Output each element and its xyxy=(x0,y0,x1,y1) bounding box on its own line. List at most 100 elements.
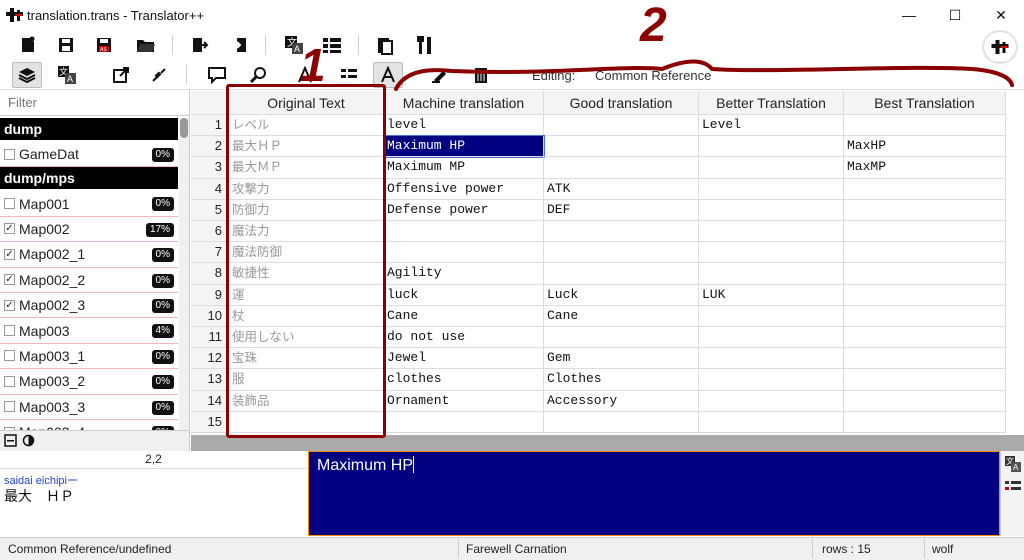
grid-corner[interactable] xyxy=(191,91,229,115)
row-number[interactable]: 10 xyxy=(191,305,229,327)
file-item[interactable]: Map003_3 0% xyxy=(0,395,178,420)
row-number[interactable]: 4 xyxy=(191,178,229,200)
minimize-button[interactable]: — xyxy=(886,0,932,30)
row-number[interactable]: 3 xyxy=(191,157,229,179)
contrast-icon[interactable] xyxy=(22,434,35,447)
grid-cell[interactable] xyxy=(844,348,1006,370)
row-number[interactable]: 1 xyxy=(191,115,229,137)
grid-cell[interactable]: MaxMP xyxy=(844,157,1006,179)
grid-cell[interactable] xyxy=(699,369,844,391)
grid-cell[interactable] xyxy=(699,390,844,412)
grid-cell[interactable] xyxy=(844,242,1006,264)
file-checkbox[interactable] xyxy=(4,198,15,210)
scrollbar-thumb[interactable] xyxy=(180,118,188,138)
new-project-button[interactable] xyxy=(15,32,41,58)
file-checkbox[interactable] xyxy=(4,401,15,413)
row-number[interactable]: 13 xyxy=(191,369,229,391)
grid-cell[interactable]: Defense power xyxy=(384,199,544,221)
export-button[interactable] xyxy=(187,32,213,58)
grid-cell[interactable] xyxy=(844,263,1006,285)
row-number[interactable]: 2 xyxy=(191,136,229,158)
file-item[interactable]: ✓ Map002_2 0% xyxy=(0,268,178,293)
file-checkbox[interactable] xyxy=(4,148,15,160)
file-checkbox[interactable] xyxy=(4,350,15,362)
grid-cell[interactable]: Offensive power xyxy=(384,178,544,200)
grid-cell[interactable]: Gem xyxy=(544,348,699,370)
file-item[interactable]: GameDat 0% xyxy=(0,142,178,168)
grid-cell[interactable]: DEF xyxy=(544,199,699,221)
grid-cell[interactable]: level xyxy=(384,115,544,137)
file-item[interactable]: Map003_1 0% xyxy=(0,344,178,370)
maximize-button[interactable]: ☐ xyxy=(932,0,978,30)
open-button[interactable] xyxy=(133,32,159,58)
file-checkbox[interactable]: ✓ xyxy=(4,248,15,260)
grid-cell[interactable]: ATK xyxy=(544,178,699,200)
file-group-header[interactable]: dump/mps xyxy=(0,167,178,190)
grid-cell[interactable] xyxy=(544,242,699,264)
grid-cell[interactable]: MaxHP xyxy=(844,136,1006,158)
file-item[interactable]: Map003_40% xyxy=(0,420,178,430)
grid-cell[interactable] xyxy=(699,348,844,370)
grid-cell[interactable] xyxy=(699,157,844,179)
translation-editor[interactable]: Maximum HP xyxy=(308,451,1000,536)
grid-cell[interactable] xyxy=(844,390,1006,412)
row-number[interactable]: 6 xyxy=(191,221,229,243)
grid-cell[interactable] xyxy=(699,327,844,349)
row-number[interactable]: 15 xyxy=(191,411,229,433)
grid-cell[interactable]: Agility xyxy=(384,263,544,285)
grid-cell[interactable]: clothes xyxy=(384,369,544,391)
save-button[interactable] xyxy=(53,32,79,58)
grid-cell[interactable]: Accessory xyxy=(544,390,699,412)
file-group-header[interactable]: dump xyxy=(0,118,178,140)
file-item[interactable]: Map003_2 0% xyxy=(0,369,178,395)
grid-cell[interactable]: Maximum HP xyxy=(383,135,545,159)
file-checkbox[interactable] xyxy=(4,325,15,337)
grid-cell[interactable]: Luck xyxy=(544,284,699,306)
file-item[interactable]: ✓ Map002 17% xyxy=(0,217,178,243)
file-item[interactable]: Map001 0% xyxy=(0,191,178,217)
file-checkbox[interactable] xyxy=(4,375,15,387)
close-button[interactable]: ✕ xyxy=(978,0,1024,30)
grid-cell[interactable]: luck xyxy=(384,284,544,306)
grid-cell[interactable]: Level xyxy=(699,115,844,137)
grid-cell[interactable] xyxy=(844,115,1006,137)
sidebar-scrollbar[interactable] xyxy=(179,118,189,430)
grid-cell[interactable] xyxy=(844,221,1006,243)
grid-cell[interactable] xyxy=(544,411,699,433)
save-as-button[interactable]: AS xyxy=(91,32,117,58)
disconnect-button[interactable] xyxy=(144,62,174,88)
grid-cell[interactable] xyxy=(844,305,1006,327)
file-checkbox[interactable]: ✓ xyxy=(4,299,15,311)
import-button[interactable] xyxy=(226,32,252,58)
language-button[interactable]: 文A xyxy=(52,62,82,88)
row-number[interactable]: 14 xyxy=(191,390,229,412)
grid-cell[interactable] xyxy=(844,327,1006,349)
grid-cell[interactable] xyxy=(699,263,844,285)
grid-cell[interactable] xyxy=(384,411,544,433)
grid-cell[interactable] xyxy=(544,263,699,285)
file-checkbox[interactable]: ✓ xyxy=(4,274,15,286)
editor-text[interactable]: Maximum HP xyxy=(317,457,413,474)
grid-cell[interactable]: Ornament xyxy=(384,390,544,412)
grid-cell[interactable] xyxy=(544,136,699,158)
grid-cell[interactable] xyxy=(699,178,844,200)
grid-cell[interactable] xyxy=(384,221,544,243)
file-item[interactable]: ✓ Map002_3 0% xyxy=(0,293,178,319)
grid-cell[interactable] xyxy=(844,284,1006,306)
layers-button[interactable] xyxy=(12,62,42,88)
file-item[interactable]: Map003 4% xyxy=(0,318,178,344)
filter-input[interactable] xyxy=(0,90,189,116)
grid-cell[interactable] xyxy=(544,115,699,137)
app-badge[interactable] xyxy=(984,32,1016,62)
grid-cell[interactable] xyxy=(844,178,1006,200)
grid-cell[interactable] xyxy=(544,157,699,179)
grid-cell[interactable] xyxy=(699,199,844,221)
grid-cell[interactable]: Cane xyxy=(544,305,699,327)
grid-cell[interactable] xyxy=(844,369,1006,391)
list-icon[interactable] xyxy=(1004,479,1022,495)
file-item[interactable]: ✓ Map002_1 0% xyxy=(0,242,178,268)
row-number[interactable]: 9 xyxy=(191,284,229,306)
grid-cell[interactable] xyxy=(699,136,844,158)
row-number[interactable]: 11 xyxy=(191,327,229,349)
grid-cell[interactable]: Maximum MP xyxy=(384,157,544,179)
